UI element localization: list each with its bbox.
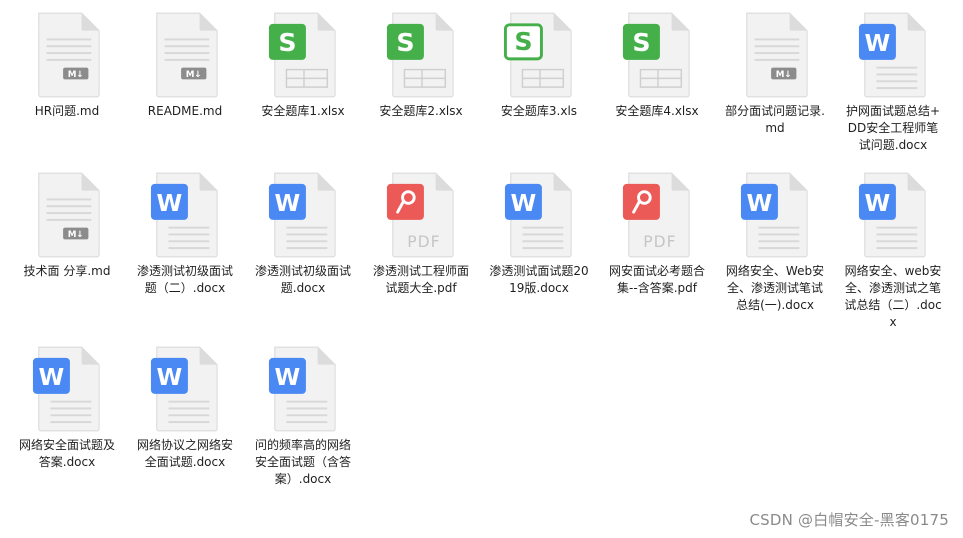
svg-text:S: S <box>396 28 414 57</box>
file-name: 安全题库2.xlsx <box>379 104 463 118</box>
pdf-file-icon: PDF <box>621 170 693 260</box>
word-file-icon: W <box>857 10 929 100</box>
spreadsheet-file-icon: S <box>267 10 339 100</box>
file-name: 问的频率高的网络安全面试题（含答案）.docx <box>254 438 351 486</box>
word-file-icon: W <box>31 344 103 434</box>
svg-text:M↓: M↓ <box>68 230 84 240</box>
file-item[interactable]: W 问的频率高的网络安全面试题（含答案）.docx <box>244 344 362 488</box>
file-item[interactable]: S 安全题库2.xlsx <box>362 10 480 162</box>
word-file-icon: W <box>739 170 811 260</box>
svg-text:W: W <box>275 189 301 217</box>
file-grid: M↓ HR问题.md M↓ README.md S 安全题库1.xlsx S 安全题… <box>8 10 954 488</box>
file-item[interactable]: W 渗透测试面试题2019版.docx <box>480 170 598 336</box>
file-item[interactable]: W 护网面试题总结+DD安全工程师笔试问题.docx <box>834 10 952 162</box>
file-name: 渗透测试工程师面试题大全.pdf <box>372 264 469 295</box>
file-name: README.md <box>147 104 223 118</box>
word-file-icon: W <box>267 344 339 434</box>
file-name: 安全题库3.xls <box>500 104 578 118</box>
file-name: 网络安全、Web安全、渗透测试笔试总结(一).docx <box>725 264 825 312</box>
svg-text:S: S <box>632 28 650 57</box>
file-name: 安全题库1.xlsx <box>261 104 345 118</box>
svg-text:PDF: PDF <box>407 233 440 251</box>
svg-text:PDF: PDF <box>643 233 676 251</box>
file-item[interactable]: W 网络安全、Web安全、渗透测试笔试总结(一).docx <box>716 170 834 336</box>
svg-text:W: W <box>39 363 65 391</box>
file-item[interactable]: S 安全题库1.xlsx <box>244 10 362 162</box>
file-item[interactable]: W 网络安全、web安全、渗透测试之笔试总结（二）.docx <box>834 170 952 336</box>
markdown-file-icon: M↓ <box>739 10 811 100</box>
file-name: 部分面试问题记录.md <box>725 104 825 135</box>
markdown-file-icon: M↓ <box>31 10 103 100</box>
markdown-file-icon: M↓ <box>31 170 103 260</box>
file-item[interactable]: S 安全题库4.xlsx <box>598 10 716 162</box>
file-name: 渗透测试面试题2019版.docx <box>489 264 589 295</box>
svg-text:W: W <box>157 189 183 217</box>
file-item[interactable]: W 渗透测试初级面试题.docx <box>244 170 362 336</box>
word-file-icon: W <box>149 344 221 434</box>
file-item[interactable]: PDF 渗透测试工程师面试题大全.pdf <box>362 170 480 336</box>
spreadsheet-file-icon: S <box>621 10 693 100</box>
file-name: 渗透测试初级面试题（二）.docx <box>136 264 233 295</box>
file-name: 渗透测试初级面试题.docx <box>254 264 351 295</box>
file-name: 网安面试必考题合集--含答案.pdf <box>608 264 705 295</box>
file-item[interactable]: M↓ HR问题.md <box>8 10 126 162</box>
svg-text:W: W <box>747 189 773 217</box>
word-file-icon: W <box>857 170 929 260</box>
svg-text:W: W <box>865 29 891 57</box>
spreadsheet-file-icon: S <box>385 10 457 100</box>
file-name: HR问题.md <box>34 104 100 118</box>
word-file-icon: W <box>503 170 575 260</box>
svg-text:W: W <box>511 189 537 217</box>
svg-text:M↓: M↓ <box>186 70 202 80</box>
file-item[interactable]: M↓ README.md <box>126 10 244 162</box>
svg-text:W: W <box>865 189 891 217</box>
file-item[interactable]: W 网络安全面试题及答案.docx <box>8 344 126 488</box>
word-file-icon: W <box>149 170 221 260</box>
svg-text:W: W <box>157 363 183 391</box>
svg-text:W: W <box>275 363 301 391</box>
file-item[interactable]: M↓ 技术面 分享.md <box>8 170 126 336</box>
file-name: 安全题库4.xlsx <box>615 104 699 118</box>
file-name: 网络安全面试题及答案.docx <box>18 438 115 469</box>
file-name: 网络协议之网络安全面试题.docx <box>136 438 233 469</box>
file-item[interactable]: W 渗透测试初级面试题（二）.docx <box>126 170 244 336</box>
file-item[interactable]: W 网络协议之网络安全面试题.docx <box>126 344 244 488</box>
file-item[interactable]: M↓ 部分面试问题记录.md <box>716 10 834 162</box>
svg-text:M↓: M↓ <box>68 70 84 80</box>
file-name: 技术面 分享.md <box>23 264 111 278</box>
watermark: CSDN @白帽安全-黑客0175 <box>749 511 949 529</box>
spreadsheet-file-icon: S <box>503 10 575 100</box>
file-item[interactable]: S 安全题库3.xls <box>480 10 598 162</box>
pdf-file-icon: PDF <box>385 170 457 260</box>
word-file-icon: W <box>267 170 339 260</box>
markdown-file-icon: M↓ <box>149 10 221 100</box>
file-item[interactable]: PDF 网安面试必考题合集--含答案.pdf <box>598 170 716 336</box>
file-name: 网络安全、web安全、渗透测试之笔试总结（二）.docx <box>844 264 942 329</box>
svg-text:S: S <box>514 27 532 56</box>
svg-text:S: S <box>278 28 296 57</box>
file-name: 护网面试题总结+DD安全工程师笔试问题.docx <box>845 104 941 152</box>
svg-text:M↓: M↓ <box>776 70 792 80</box>
